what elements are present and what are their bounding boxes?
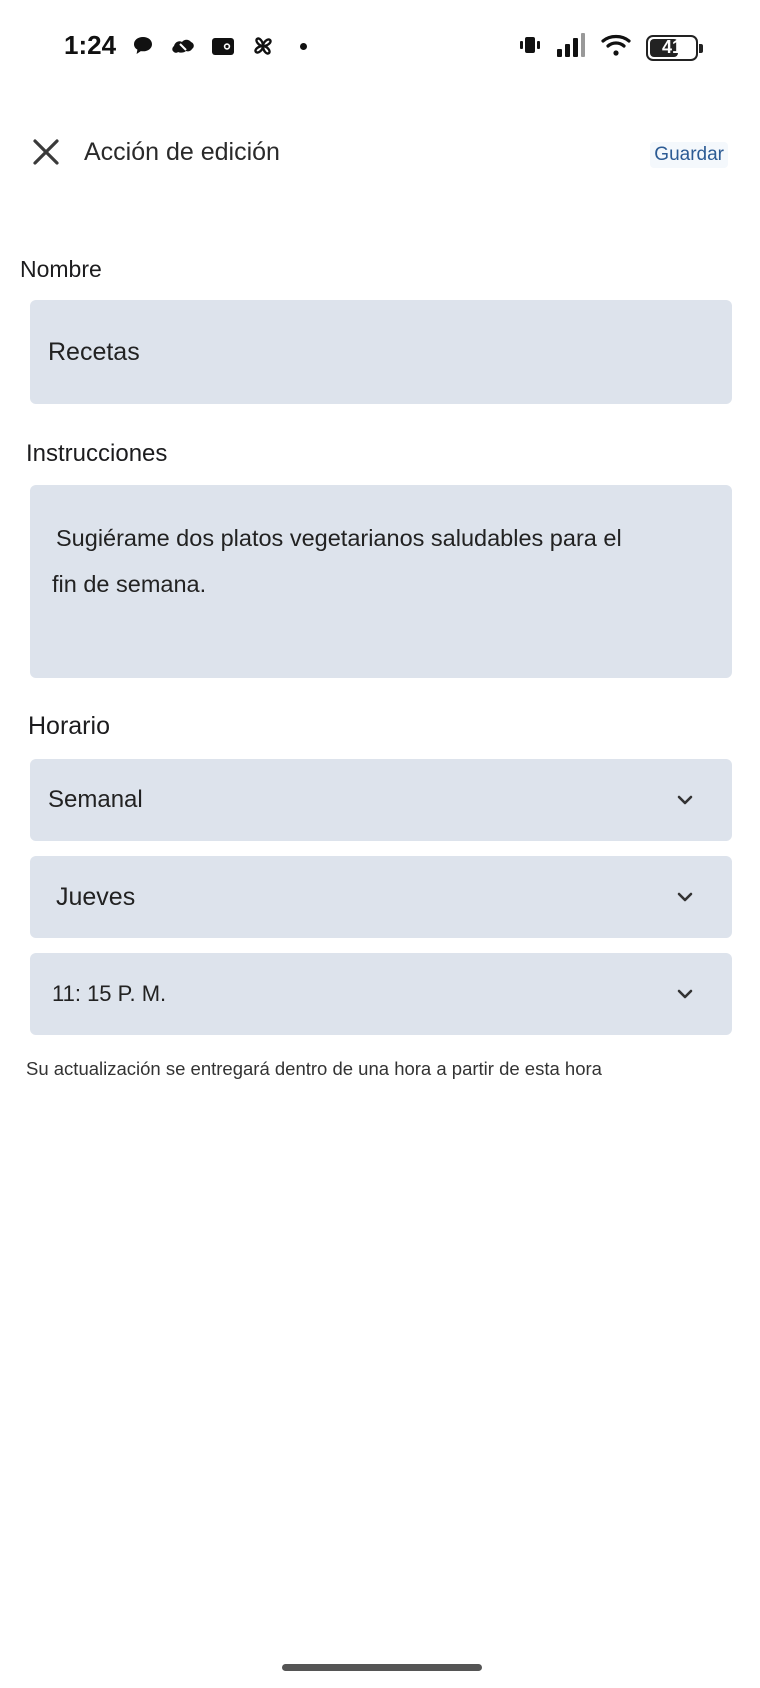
day-value: Jueves	[56, 883, 136, 911]
name-value: Recetas	[48, 338, 140, 366]
name-label: Nombre	[20, 256, 102, 282]
frequency-select[interactable]: Semanal	[30, 759, 732, 841]
close-icon	[33, 139, 59, 165]
instructions-line-1: Sugiérame dos platos vegetarianos saluda…	[56, 525, 622, 551]
instructions-field[interactable]: Sugiérame dos platos vegetarianos saluda…	[30, 485, 732, 678]
wifi-icon	[600, 32, 632, 63]
schedule-label: Horario	[28, 712, 110, 740]
status-time: 1:24	[64, 30, 117, 60]
chevron-down-icon	[677, 892, 693, 902]
vibrate-icon	[518, 33, 542, 62]
home-indicator[interactable]	[282, 1664, 482, 1671]
save-button[interactable]: Guardar	[650, 142, 728, 168]
time-select[interactable]: 11: 15 P. M.	[30, 953, 732, 1035]
status-bar: 1:24 41	[0, 0, 760, 96]
frequency-value: Semanal	[48, 786, 143, 813]
battery-icon: 41	[646, 34, 703, 61]
top-app-bar: Acción de edición Guardar	[0, 118, 760, 186]
pinwheel-icon	[250, 33, 276, 59]
battery-level: 41	[661, 37, 683, 57]
battery-nub	[699, 43, 703, 53]
chevron-down-icon	[677, 795, 693, 805]
close-button[interactable]	[26, 132, 66, 172]
delivery-hint: Su actualización se entregará dentro de …	[26, 1058, 602, 1079]
cloud-app-icon	[170, 33, 196, 59]
wallet-icon	[210, 33, 236, 59]
time-value: 11: 15 P. M.	[52, 981, 167, 1006]
instructions-line-2: fin de semana.	[52, 571, 207, 597]
page-title: Acción de edición	[84, 138, 280, 166]
chevron-down-icon	[677, 989, 693, 999]
name-field[interactable]: Recetas	[30, 300, 732, 404]
day-select[interactable]: Jueves	[30, 856, 732, 938]
notification-icons	[130, 33, 307, 59]
signal-icon	[556, 32, 586, 63]
system-icons: 41	[518, 32, 703, 63]
instructions-label: Instrucciones	[26, 440, 168, 467]
notification-dot-icon	[300, 42, 307, 50]
chat-bubble-icon	[130, 33, 156, 59]
